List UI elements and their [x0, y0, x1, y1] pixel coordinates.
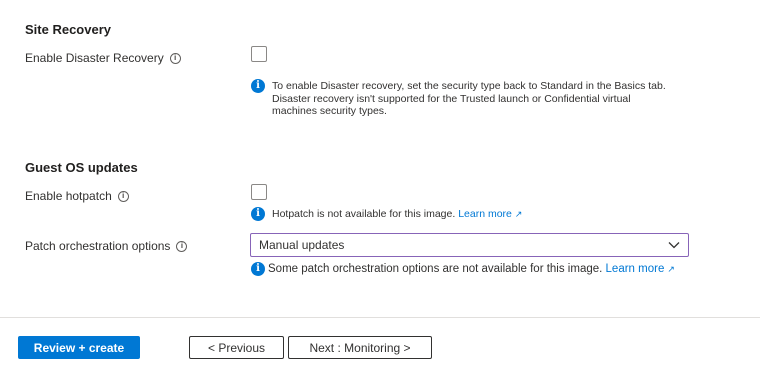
enable-hotpatch-text: Enable hotpatch [25, 189, 112, 203]
external-link-icon: ↗ [514, 209, 523, 219]
patch-orchestration-text: Patch orchestration options [25, 239, 171, 253]
site-recovery-heading: Site Recovery [25, 22, 111, 37]
patch-orchestration-value: Manual updates [259, 238, 345, 252]
enable-disaster-recovery-label: Enable Disaster Recovery i [25, 51, 181, 65]
patch-orchestration-label: Patch orchestration options i [25, 239, 188, 253]
disaster-recovery-note: To enable Disaster recovery, set the sec… [272, 80, 712, 118]
hotpatch-learn-more-link[interactable]: Learn more [458, 208, 512, 220]
note-line-1: To enable Disaster recovery, set the sec… [272, 80, 666, 92]
enable-disaster-recovery-text: Enable Disaster Recovery [25, 51, 164, 65]
enable-hotpatch-label: Enable hotpatch i [25, 189, 129, 203]
review-create-button[interactable]: Review + create [18, 336, 140, 359]
external-link-icon: ↗ [667, 264, 675, 274]
guest-os-updates-heading: Guest OS updates [25, 160, 138, 175]
info-filled-icon: i [251, 79, 265, 93]
hotpatch-note: Hotpatch is not available for this image… [272, 208, 522, 221]
info-filled-icon: i [251, 207, 265, 221]
note-line-2: Disaster recovery isn't supported for th… [272, 92, 631, 105]
info-icon[interactable]: i [176, 240, 188, 252]
enable-disaster-recovery-checkbox[interactable] [251, 46, 267, 62]
patch-orchestration-note: Some patch orchestration options are not… [268, 263, 675, 276]
footer-divider [0, 317, 760, 318]
info-icon[interactable]: i [169, 52, 181, 64]
patch-note-text: Some patch orchestration options are not… [268, 263, 603, 275]
info-icon[interactable]: i [117, 190, 129, 202]
hotpatch-note-text: Hotpatch is not available for this image… [272, 208, 456, 220]
previous-button[interactable]: < Previous [189, 336, 284, 359]
chevron-down-icon [668, 242, 680, 249]
next-monitoring-button[interactable]: Next : Monitoring > [288, 336, 432, 359]
info-filled-icon: i [251, 262, 265, 276]
patch-orchestration-dropdown[interactable]: Manual updates [250, 233, 689, 257]
note-line-3: machines security types. [272, 105, 387, 117]
patch-learn-more-link[interactable]: Learn more [606, 263, 665, 275]
enable-hotpatch-checkbox[interactable] [251, 184, 267, 200]
